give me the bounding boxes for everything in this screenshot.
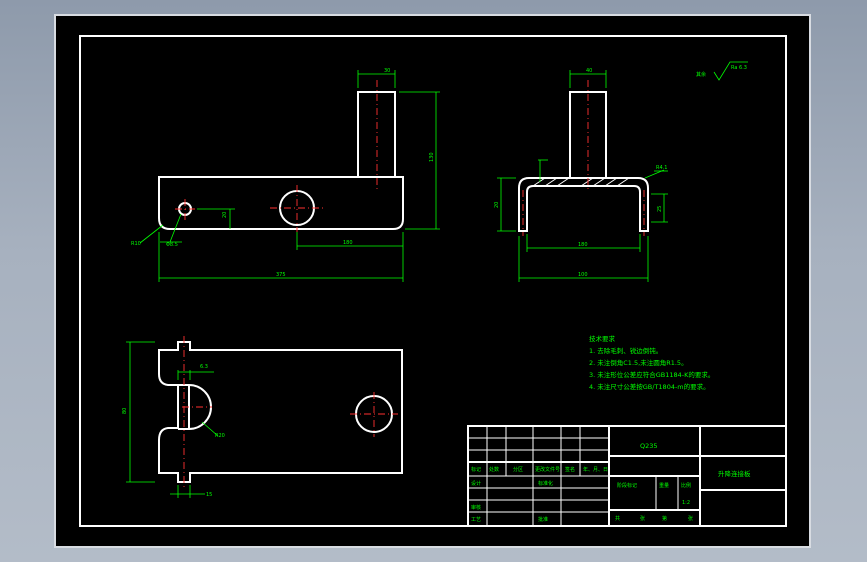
title-block-review: 审核 (471, 504, 481, 511)
title-block-ratio: 比例 (681, 482, 691, 489)
title-block-standardize: 标准化 (538, 480, 553, 487)
tech-requirement-item: 4. 未注尺寸公差按GB/T1804-m的要求。 (589, 382, 710, 391)
cad-drawing-canvas: 30 130 20 R10 Φ8.5 180 375 40 R4.1 20 25… (54, 14, 811, 548)
title-block-design: 设计 (471, 480, 481, 487)
dim-top-slot-radius: R20 (215, 433, 225, 439)
dim-side-top-width: 40 (586, 68, 592, 74)
roughness-prefix: 其余 (696, 71, 706, 78)
dim-front-total-length: 375 (276, 272, 286, 278)
dim-side-thickness: R4.1 (656, 165, 667, 171)
title-block-label: 处数 (489, 466, 499, 473)
dim-front-hole-offset: 20 (222, 212, 228, 218)
dim-front-radius: R10 (131, 241, 141, 247)
dim-side-total-width: 100 (578, 272, 588, 278)
drawing-title: 升降连接板 (718, 469, 751, 478)
dim-front-hole-dia: Φ8.5 (166, 242, 178, 248)
title-block-weight: 重量 (659, 482, 669, 489)
title-block-scale: 1:2 (682, 500, 690, 506)
tech-requirements-heading: 技术要求 (589, 334, 616, 343)
dim-front-hole-spacing: 180 (343, 240, 353, 246)
tech-requirement-item: 3. 未注形位公差应符合GB1184-K的要求。 (589, 370, 714, 379)
title-block-label: 更改文件号 (535, 466, 560, 473)
title-block-label: 分区 (513, 466, 523, 473)
tech-requirement-item: 1. 去除毛刺、锐边倒钝。 (589, 346, 662, 355)
title-block-approve: 批准 (538, 516, 548, 523)
dim-side-inner-width: 180 (578, 242, 588, 248)
title-block-sheet-label: 张 (688, 515, 693, 522)
title-block-label: 签名 (565, 466, 575, 473)
title-block-stage-mark: 阶段标记 (617, 482, 637, 489)
title-block-label: 年、月、日 (583, 466, 608, 473)
title-block-sheets-label: 张 (640, 515, 645, 522)
title-block-sheets-total: 共 (615, 515, 620, 522)
dim-side-right-height: 25 (657, 206, 663, 212)
tech-requirement-item: 2. 未注倒角C1.5,未注圆角R1.5。 (589, 358, 688, 367)
dim-front-height: 130 (429, 152, 435, 162)
material-label: Q235 (640, 442, 658, 450)
dim-front-top-width: 30 (384, 68, 390, 74)
dim-top-thickness: 6.3 (200, 364, 208, 370)
title-block-sheet-no: 第 (662, 515, 667, 522)
sheet-background (54, 14, 811, 548)
dim-top-height: 80 (122, 408, 128, 414)
roughness-value: Ra 6.3 (731, 65, 747, 71)
dim-side-left-height: 20 (494, 202, 500, 208)
dim-top-bottom-small: 15 (206, 492, 212, 498)
title-block-label: 标记 (471, 466, 481, 473)
title-block-process: 工艺 (471, 517, 481, 523)
